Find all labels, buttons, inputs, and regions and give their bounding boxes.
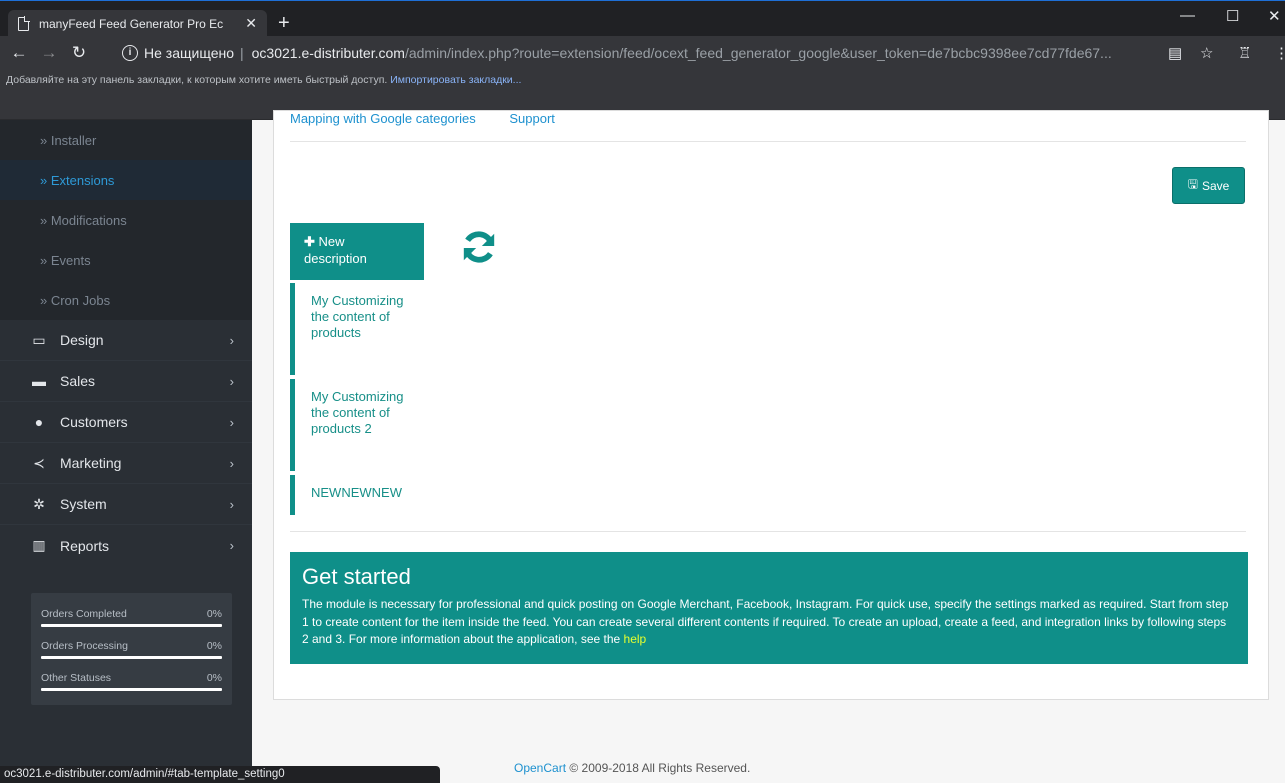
new-description-button[interactable]: ✚ New description [290, 223, 424, 280]
security-label: Не защищено [144, 45, 234, 61]
forward-icon[interactable]: → [34, 43, 64, 63]
sidebar-item-marketing[interactable]: ≺ Marketing › [0, 443, 252, 484]
stat-value: 0% [206, 672, 222, 684]
save-icon: 🖫 [1187, 177, 1198, 191]
get-started-title: Get started [302, 564, 411, 589]
import-bookmarks-link[interactable]: Импортировать закладки... [390, 74, 521, 86]
tab-title: manyFeed Feed Generator Pro Ec [39, 16, 224, 31]
address-bar: ← → ↻ i Не защищено | oc3021.e-distribut… [0, 36, 1285, 70]
sidebar-item-label: Sales [60, 373, 96, 389]
window-close-icon[interactable]: ✕ [1268, 7, 1281, 25]
save-label: Save [1201, 178, 1230, 193]
sidebar-item-sales[interactable]: ▬ Sales › [0, 361, 252, 402]
star-icon[interactable]: ☆ [1200, 44, 1213, 62]
url-domain: oc3021.e-distributer.com [251, 45, 405, 61]
help-link[interactable]: help [624, 632, 647, 646]
sidebar-item-modifications[interactable]: » Modifications [0, 200, 252, 240]
sidebar-item-customers[interactable]: ● Customers › [0, 402, 252, 443]
maximize-icon[interactable]: ☐ [1226, 7, 1239, 25]
opencart-link[interactable]: OpenCart [514, 761, 566, 775]
document-icon [18, 16, 30, 31]
save-button[interactable]: 🖫 Save [1172, 167, 1245, 204]
sidebar-item-events[interactable]: » Events [0, 240, 252, 280]
refresh-icon[interactable] [460, 227, 498, 267]
reload-icon[interactable]: ↻ [64, 43, 94, 63]
description-tab-2[interactable]: My Customizing the content of products 2 [290, 379, 424, 471]
status-bar: oc3021.e-distributer.com/admin/#tab-temp… [0, 766, 440, 783]
chevron-right-icon: › [229, 414, 234, 430]
back-icon[interactable]: ← [4, 43, 34, 63]
description-tab-3[interactable]: NEWNEWNEW [290, 475, 424, 515]
description-tab-1[interactable]: My Customizing the content of products [290, 283, 424, 375]
sidebar-item-design[interactable]: ▭ Design › [0, 320, 252, 361]
url-field[interactable]: i Не защищено | oc3021.e-distributer.com… [122, 41, 1160, 65]
stat-bar [41, 688, 222, 691]
chevron-right-icon: › [229, 455, 234, 471]
footer: OpenCart © 2009-2018 All Rights Reserved… [514, 761, 750, 775]
translate-icon[interactable]: ▤ [1168, 44, 1182, 62]
get-started-body: The module is necessary for professional… [302, 597, 1229, 646]
sidebar-item-label: System [60, 496, 107, 512]
stat-bar [41, 656, 222, 659]
browser-tab-bar: manyFeed Feed Generator Pro Ec ✕ + — ☐ ✕ [0, 0, 1285, 37]
minimize-icon[interactable]: — [1180, 7, 1195, 24]
sidebar-item-reports[interactable]: ▥ Reports › [0, 525, 252, 566]
sidebar-item-label: Design [60, 332, 104, 348]
share-icon: ≺ [33, 454, 45, 471]
chevron-right-icon: › [229, 373, 234, 389]
tab-mapping-google-categories[interactable]: Mapping with Google categories [290, 111, 476, 126]
tab-support[interactable]: Support [509, 111, 555, 126]
url-path: /admin/index.php?route=extension/feed/oc… [404, 45, 1112, 61]
chevron-right-icon: › [229, 332, 234, 348]
user-icon: ● [34, 414, 44, 430]
sidebar-item-installer[interactable]: » Installer [0, 120, 252, 160]
stat-label: Orders Processing [41, 640, 128, 652]
get-started-box: Get started The module is necessary for … [290, 552, 1248, 664]
main-content: Mapping with Google categories Support 🖫… [252, 110, 1285, 783]
divider [290, 531, 1246, 532]
order-stats: Orders Completed 0% Orders Processing 0%… [31, 593, 232, 705]
top-tabs: Mapping with Google categories Support [290, 111, 585, 141]
sidebar-item-label: Reports [60, 537, 110, 554]
new-tab-button[interactable]: + [278, 13, 290, 33]
sidebar: » Installer » Extensions » Modifications… [0, 120, 252, 783]
get-started-text: The module is necessary for professional… [302, 596, 1236, 649]
url-separator: | [240, 45, 244, 61]
stat-bar [41, 624, 222, 627]
tab-close-icon[interactable]: ✕ [245, 15, 257, 32]
stat-other-statuses: Other Statuses 0% [41, 665, 222, 697]
bookmarks-hint: Добавляйте на эту панель закладки, к кот… [6, 74, 388, 86]
desktop-icon: ▭ [32, 331, 46, 348]
stat-label: Orders Completed [41, 608, 127, 620]
sidebar-item-label: Customers [60, 414, 128, 430]
cart-icon: ▬ [32, 373, 46, 389]
sidebar-item-extensions[interactable]: » Extensions [0, 160, 252, 200]
divider [290, 141, 1246, 142]
stat-orders-completed: Orders Completed 0% [41, 601, 222, 633]
copyright-text: © 2009-2018 All Rights Reserved. [569, 761, 751, 775]
extension-icon[interactable]: ♖ [1238, 44, 1251, 62]
sidebar-item-cron-jobs[interactable]: » Cron Jobs [0, 280, 252, 320]
gear-icon: ✲ [33, 495, 45, 512]
chevron-right-icon: › [229, 496, 234, 512]
sidebar-item-system[interactable]: ✲ System › [0, 484, 252, 525]
stat-orders-processing: Orders Processing 0% [41, 633, 222, 665]
content-panel: Mapping with Google categories Support 🖫… [273, 110, 1269, 700]
menu-icon[interactable]: ⋮ [1274, 44, 1285, 62]
stat-value: 0% [206, 608, 222, 620]
bar-chart-icon: ▥ [32, 537, 46, 553]
sidebar-item-label: Marketing [60, 455, 122, 471]
stat-label: Other Statuses [41, 672, 112, 684]
browser-tab[interactable]: manyFeed Feed Generator Pro Ec ✕ [8, 10, 267, 37]
chevron-right-icon: › [229, 538, 234, 553]
plus-icon: ✚ [304, 234, 315, 249]
info-icon[interactable]: i [122, 45, 138, 61]
stat-value: 0% [206, 640, 222, 652]
